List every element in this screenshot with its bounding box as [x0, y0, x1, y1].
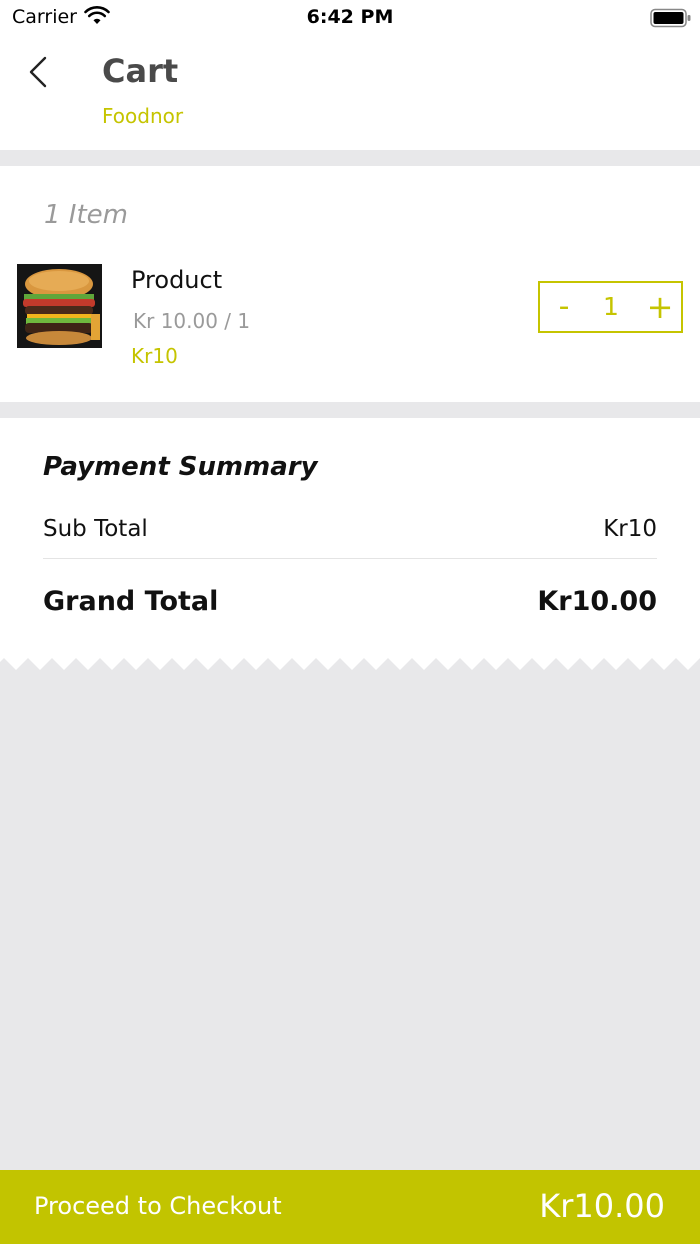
back-button[interactable]	[18, 52, 58, 92]
subtotal-label: Sub Total	[43, 516, 148, 542]
checkout-amount: Kr10.00	[539, 1187, 665, 1225]
burger-image	[17, 264, 102, 348]
payment-summary-title: Payment Summary	[43, 452, 318, 482]
proceed-to-checkout-button[interactable]: Proceed to Checkout Kr10.00	[0, 1170, 700, 1244]
grand-total-value: Kr10.00	[537, 586, 657, 617]
quantity-value: 1	[603, 292, 619, 321]
subtotal-value: Kr10	[603, 516, 657, 542]
receipt-zigzag-edge	[0, 656, 700, 670]
header: Cart Foodnor	[0, 36, 700, 150]
payment-summary-card: Payment Summary Sub Total Kr10 Grand Tot…	[0, 418, 700, 658]
cart-items-card: 1 Item Product Kr 10.00 / 1 Kr10 - 1 +	[0, 166, 700, 402]
product-unit-price: Kr 10.00 / 1	[133, 309, 251, 333]
decrease-quantity-button[interactable]: -	[550, 287, 578, 327]
battery-icon	[650, 8, 692, 32]
status-bar: Carrier 6:42 PM	[0, 0, 700, 36]
product-total: Kr10	[131, 344, 178, 368]
items-count: 1 Item	[44, 200, 128, 230]
summary-divider	[43, 558, 657, 559]
page-title: Cart	[102, 52, 179, 90]
grand-total-label: Grand Total	[43, 586, 219, 617]
quantity-stepper: - 1 +	[538, 281, 683, 333]
increase-quantity-button[interactable]: +	[644, 287, 676, 327]
checkout-label: Proceed to Checkout	[34, 1192, 282, 1220]
product-name: Product	[131, 266, 223, 294]
status-time: 6:42 PM	[306, 6, 394, 28]
back-chevron-icon	[29, 56, 47, 88]
store-name: Foodnor	[102, 104, 184, 128]
